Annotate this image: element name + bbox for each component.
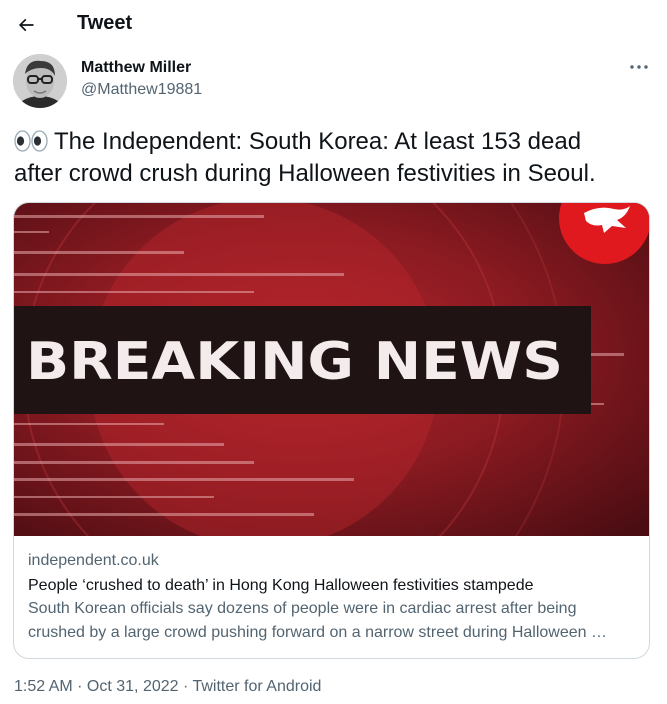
eyes-emoji-icon [14,130,48,152]
card-meta: independent.co.uk People ‘crushed to dea… [28,551,638,645]
more-button[interactable] [622,56,656,78]
page-header: Tweet [0,0,667,50]
tweet-date[interactable]: Oct 31, 2022 [87,678,179,695]
card-description-line2: crushed by a large crowd pushing forward… [28,624,607,641]
tweet-text: The Independent: South Korea: At least 1… [14,126,659,190]
tweet-text-line1: The Independent: South Korea: At least 1… [54,128,582,155]
card-image-text: BREAKING NEWS [26,332,563,392]
tweet-source[interactable]: Twitter for Android [192,678,321,695]
more-horizontal-icon [630,65,648,69]
card-description: South Korean officials say dozens of peo… [28,597,638,645]
card-description-line1: South Korean officials say dozens of peo… [28,600,577,617]
avatar-image [13,54,67,108]
meta-separator: · [72,678,87,695]
back-button[interactable] [8,7,44,43]
tweet-page: Tweet Matthew Miller @Matthew19881 The I… [0,0,667,704]
author-name[interactable]: Matthew Miller [81,59,191,77]
tweet-text-line2: after crowd crush during Halloween festi… [14,160,596,187]
avatar[interactable] [13,54,67,108]
author-handle[interactable]: @Matthew19881 [81,81,202,99]
arrow-left-icon [18,18,34,32]
card-title: People ‘crushed to death’ in Hong Kong H… [28,577,534,594]
tweet-timestamp: 1:52 AM · Oct 31, 2022 · Twitter for And… [14,678,321,696]
meta-separator-2: · [178,678,193,695]
card-image: BREAKING NEWS [14,203,649,536]
card-domain: independent.co.uk [28,552,159,569]
page-title: Tweet [77,12,133,34]
tweet-time[interactable]: 1:52 AM [14,678,73,695]
link-card[interactable]: BREAKING NEWS independent.co.uk People ‘… [13,202,650,659]
